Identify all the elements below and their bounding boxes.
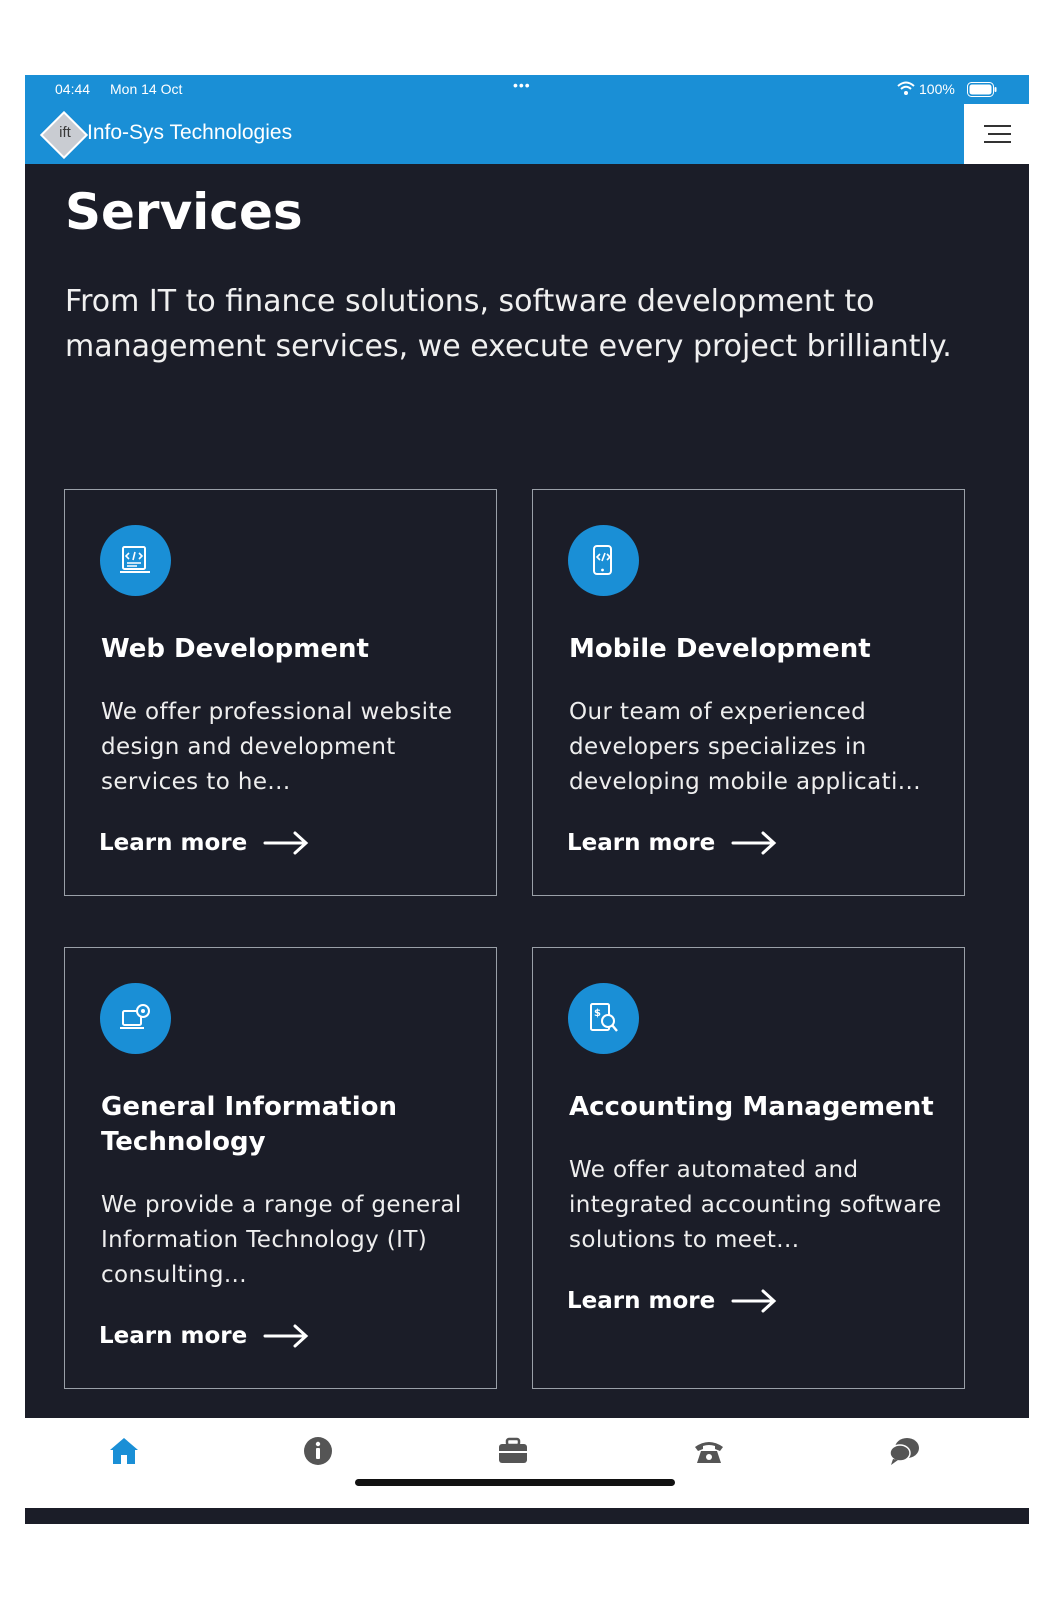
phone-icon	[695, 1442, 723, 1463]
hamburger-menu-button[interactable]	[964, 104, 1029, 164]
tab-contact[interactable]	[692, 1434, 726, 1468]
menu-line-icon	[988, 133, 1011, 135]
home-icon	[110, 1438, 138, 1464]
arrow-right-icon	[731, 1289, 777, 1313]
service-card-general-it: General Information Technology We provid…	[64, 947, 497, 1389]
learn-more-link[interactable]: Learn more	[99, 1323, 309, 1349]
status-date: Mon 14 Oct	[110, 81, 183, 97]
service-description: We provide a range of general Informatio…	[101, 1192, 462, 1288]
app-header: ift Info-Sys Technologies	[25, 104, 1029, 164]
service-card-web-development: Web Development We offer professional we…	[64, 489, 497, 896]
briefcase-icon	[499, 1437, 527, 1463]
menu-line-icon	[984, 141, 1011, 143]
arrow-right-icon	[263, 831, 309, 855]
invoice-search-icon: $	[568, 983, 639, 1054]
brand-name[interactable]: Info-Sys Technologies	[87, 121, 292, 145]
tab-services[interactable]	[496, 1434, 530, 1468]
web-code-icon	[100, 525, 171, 596]
tab-home[interactable]	[107, 1434, 141, 1468]
service-description: We offer automated and integrated accoun…	[569, 1157, 942, 1253]
status-bar: 04:44 Mon 14 Oct ••• 100%	[25, 75, 1029, 104]
learn-more-label: Learn more	[567, 1288, 716, 1314]
learn-more-link[interactable]: Learn more	[567, 830, 777, 856]
home-indicator[interactable]	[355, 1479, 675, 1486]
service-card-accounting-management: $ Accounting Management We offer automat…	[532, 947, 965, 1389]
service-card-mobile-development: Mobile Development Our team of experienc…	[532, 489, 965, 896]
status-time: 04:44	[55, 81, 91, 97]
logo-text: ift	[59, 124, 71, 141]
wifi-icon	[897, 81, 915, 95]
learn-more-label: Learn more	[567, 830, 716, 856]
tab-chat[interactable]	[888, 1434, 922, 1468]
battery-icon	[967, 82, 997, 97]
arrow-right-icon	[263, 1324, 309, 1348]
laptop-gear-icon	[100, 983, 171, 1054]
page-title: Services	[65, 183, 303, 241]
learn-more-link[interactable]: Learn more	[567, 1288, 777, 1314]
app-screen: 04:44 Mon 14 Oct ••• 100% ift Info-Sys T…	[25, 75, 1029, 1524]
menu-line-icon	[984, 125, 1011, 127]
svg-text:$: $	[594, 1008, 601, 1019]
arrow-right-icon	[731, 831, 777, 855]
bottom-tab-bar	[0, 1418, 1050, 1508]
learn-more-link[interactable]: Learn more	[99, 830, 309, 856]
service-description: Our team of experienced developers speci…	[569, 699, 921, 795]
multitasking-dots-icon[interactable]: •••	[513, 77, 531, 93]
mobile-code-icon	[568, 525, 639, 596]
service-description: We offer professional website design and…	[101, 699, 453, 795]
intro-text: From IT to finance solutions, software d…	[65, 284, 952, 364]
service-title: Mobile Development	[569, 634, 871, 664]
learn-more-label: Learn more	[99, 830, 248, 856]
learn-more-label: Learn more	[99, 1323, 248, 1349]
chat-icon	[889, 1438, 919, 1465]
service-title: Accounting Management	[569, 1092, 934, 1122]
info-icon	[304, 1437, 332, 1465]
service-title: Web Development	[101, 634, 369, 664]
service-title: General Information Technology	[101, 1092, 397, 1157]
tab-about[interactable]	[301, 1434, 335, 1468]
battery-percent: 100%	[919, 81, 955, 97]
